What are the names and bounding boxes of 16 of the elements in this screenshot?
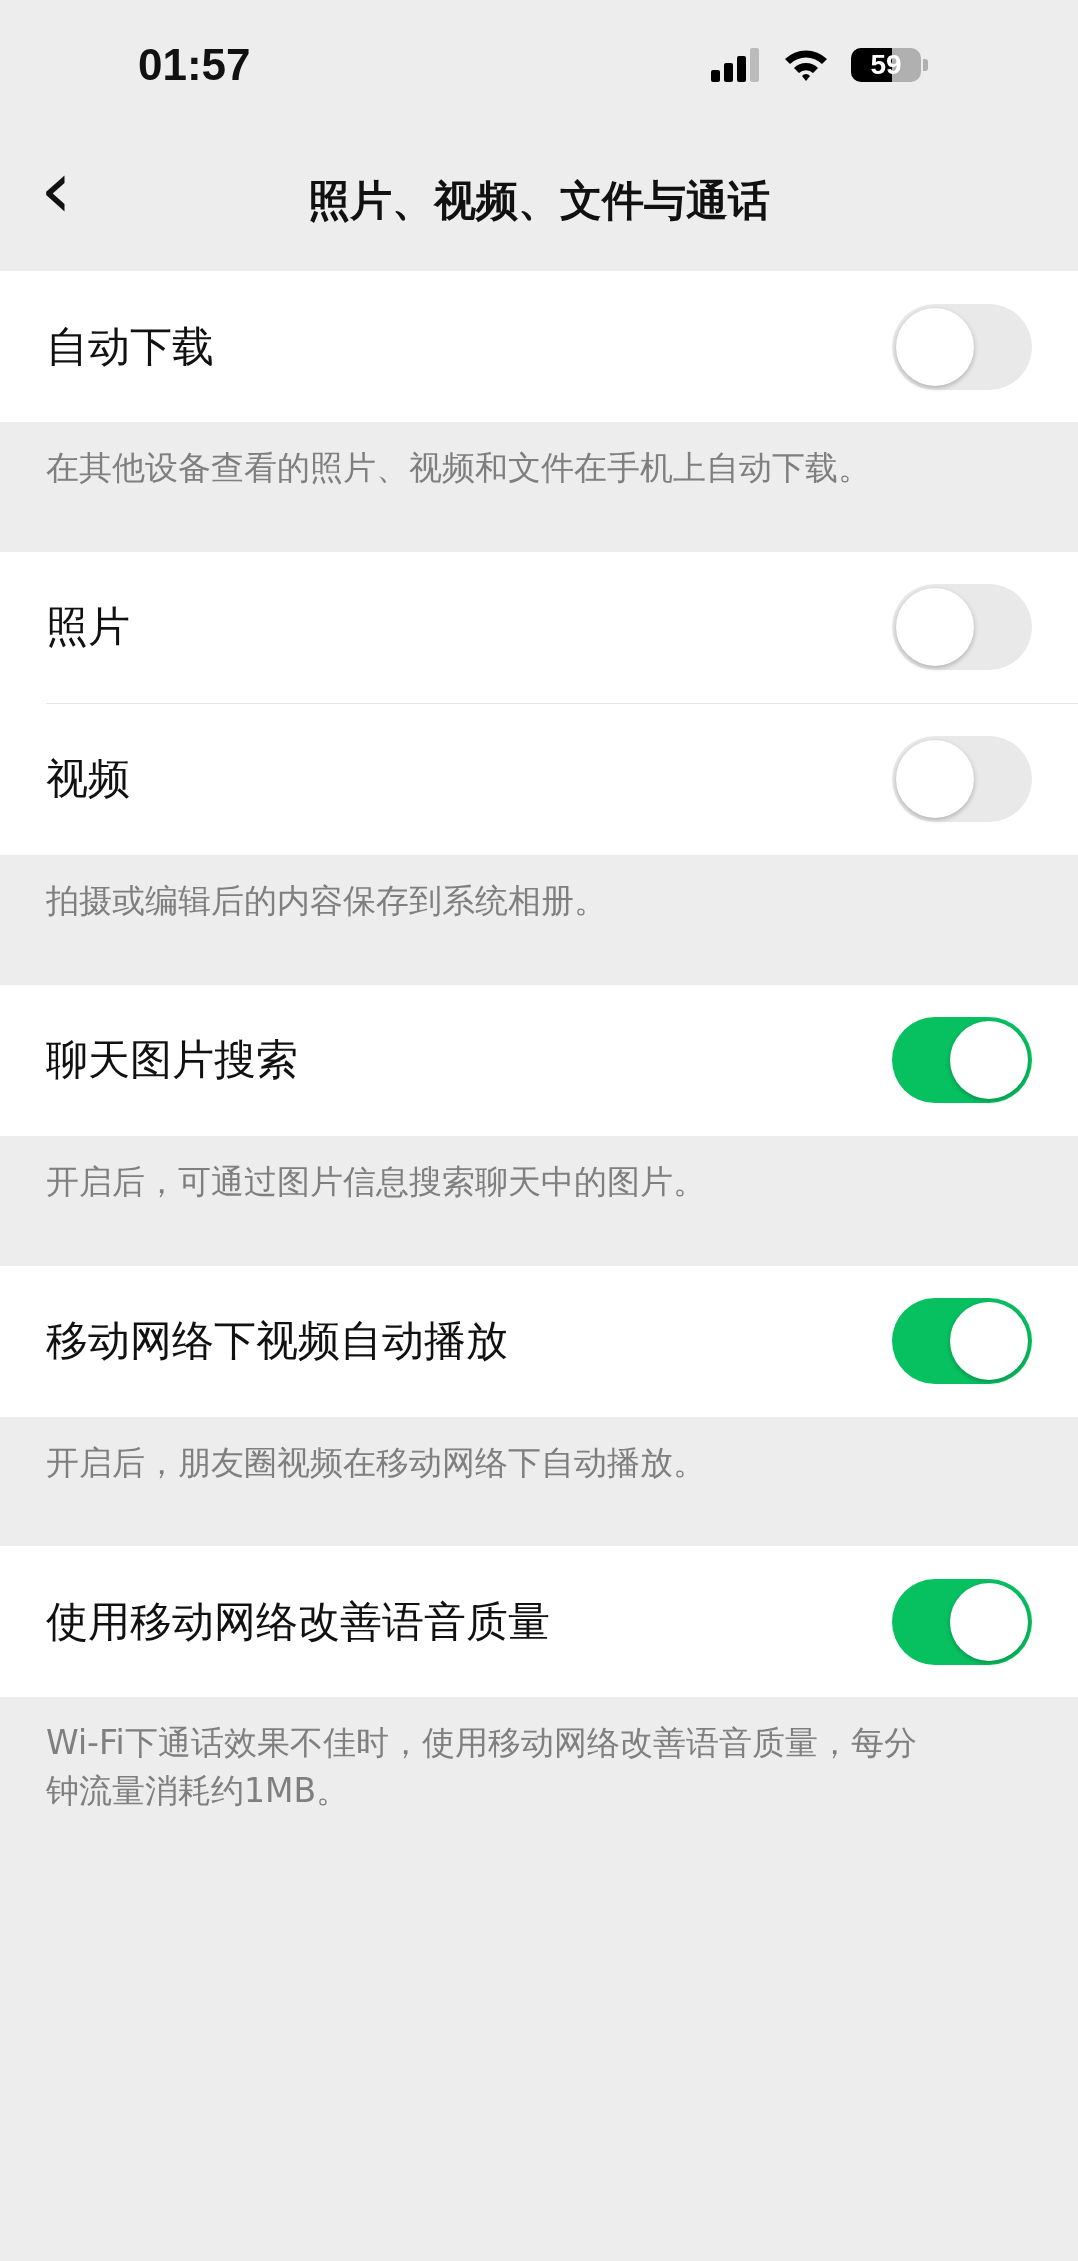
signal-icon xyxy=(711,48,761,82)
section-footnote: 开启后，朋友圈视频在移动网络下自动播放。 xyxy=(45,1441,707,1484)
wifi-icon xyxy=(783,48,829,82)
section-footnote: 拍摄或编辑后的内容保存到系统相册。 xyxy=(45,879,608,922)
section-footnote: 在其他设备查看的照片、视频和文件在手机上自动下载。 xyxy=(45,447,872,489)
section-footnote: Wi-Fi下通话效果不佳时，使用移动网络改善语音质量，每分钟流量消耗约1MB。 xyxy=(45,1722,918,1813)
back-button[interactable]: ‹ xyxy=(40,150,72,230)
status-time: 01:57 xyxy=(138,40,251,90)
setting-label: 聊天图片搜索 xyxy=(46,1034,298,1087)
setting-label: 自动下载 xyxy=(46,320,214,373)
page-title: 照片、视频、文件与通话 xyxy=(308,174,770,227)
setting-label: 移动网络下视频自动播放 xyxy=(46,1315,508,1368)
setting-label: 视频 xyxy=(46,753,130,806)
section-footnote: 开启后，可通过图片信息搜索聊天中的图片。 xyxy=(45,1160,707,1203)
setting-label: 照片 xyxy=(46,601,130,654)
setting-label: 使用移动网络改善语音质量 xyxy=(46,1595,550,1648)
